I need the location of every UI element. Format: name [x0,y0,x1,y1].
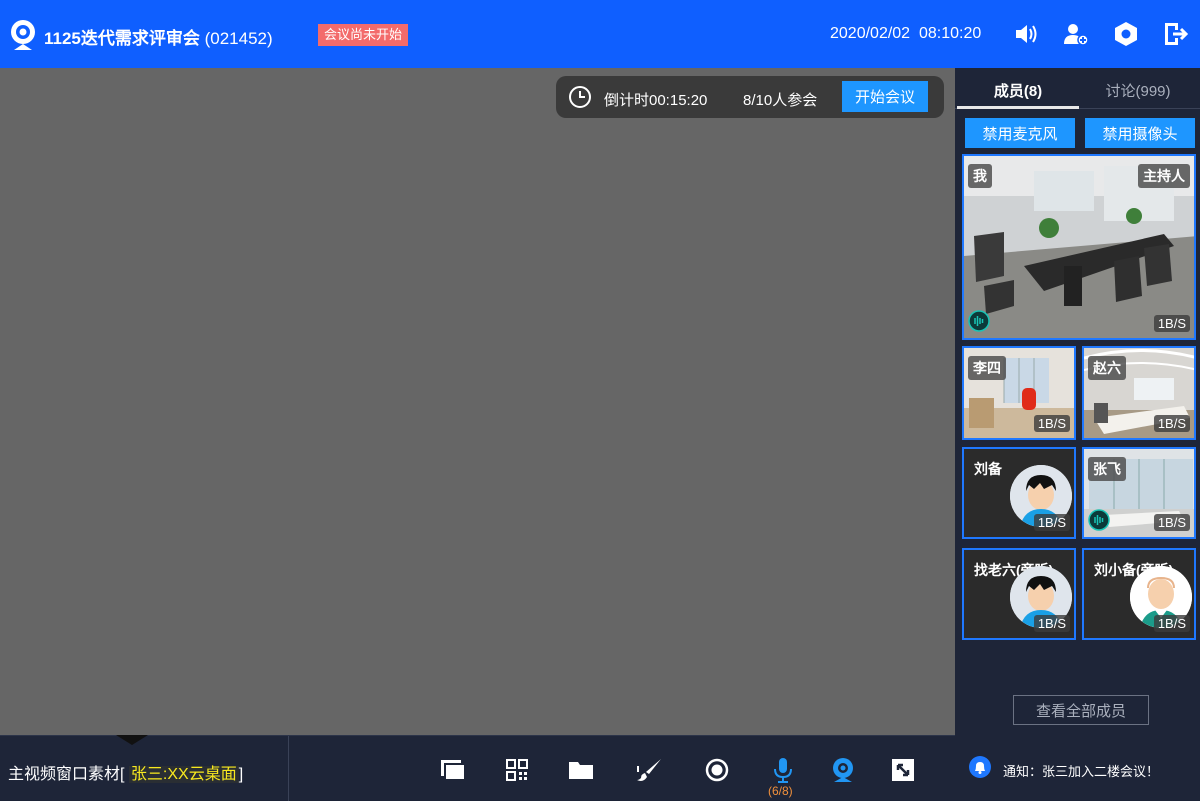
member-tile-zhangfei[interactable]: 张飞 1B/S [1082,447,1196,539]
webcam-logo-icon [11,20,35,50]
bitrate: 1B/S [1153,415,1190,432]
camera-icon[interactable] [829,756,857,784]
mic-count: (6/8) [768,784,793,798]
mute-all-mic-button[interactable]: 禁用麦克风 [965,118,1075,148]
member-name: 我 [968,164,992,188]
member-name: 张飞 [1088,457,1126,481]
member-tile-zhaolaoliu[interactable]: 找老六(旁听) 1B/S [962,548,1076,640]
screen-share-icon[interactable] [439,756,467,784]
main-video-area[interactable]: 倒计时00:15:20 8/10人参会 开始会议 [0,68,955,735]
start-meeting-button[interactable]: 开始会议 [842,81,928,112]
record-icon[interactable] [703,756,731,784]
current-date: 2020/02/02 [830,25,911,42]
source-prefix: 主视频窗口素材[ [8,766,129,783]
bitrate: 1B/S [1033,415,1070,432]
member-tile-zhaoliu[interactable]: 赵六 1B/S [1082,346,1196,440]
top-header: 1125迭代需求评审会 (021452) 会议尚未开始 2020/02/02 0… [0,0,1200,68]
source-pointer [116,735,148,745]
member-name: 赵六 [1088,356,1126,380]
member-tile-lisi[interactable]: 李四 1B/S [962,346,1076,440]
meeting-status-badge: 会议尚未开始 [318,24,409,46]
host-badge: 主持人 [1138,164,1190,188]
meeting-id: (021452) [199,29,273,48]
bitrate: 1B/S [1153,615,1190,632]
volume-icon[interactable] [1012,20,1040,48]
bitrate: 1B/S [1153,514,1190,531]
audio-level-icon [968,310,990,332]
member-tile-me[interactable]: 我 主持人 1B/S [962,154,1196,340]
folder-icon[interactable] [567,756,595,784]
bitrate: 1B/S [1033,514,1070,531]
bitrate: 1B/S [1153,315,1190,332]
meeting-title-text: 1125迭代需求评审会 [44,29,200,48]
bottom-toolbar: 主视频窗口素材[ 张三:XX云桌面] (6/8) [0,735,955,801]
active-tab-indicator [957,106,1079,109]
qr-code-icon[interactable] [503,756,531,784]
notification-text: 通知：张三加入二楼会议！ [1003,764,1160,779]
source-suffix: ] [238,766,244,783]
current-datetime: 2020/02/02 08:10:20 [830,25,981,43]
member-tile-liubei[interactable]: 刘备 1B/S [962,447,1076,539]
view-all-members-button[interactable]: 查看全部成员 [1013,695,1149,725]
audio-level-icon [1088,509,1110,531]
source-name: 张三:XX云桌面 [128,766,239,783]
countdown-timer: 倒计时00:15:20 [604,92,708,109]
attendance-count: 8/10人参会 [743,92,818,109]
microphone-icon[interactable] [769,756,797,784]
member-name: 李四 [968,356,1006,380]
countdown-bar: 倒计时00:15:20 8/10人参会 开始会议 [556,76,944,118]
whiteboard-icon[interactable] [635,756,663,784]
member-name: 刘备 [974,461,1002,477]
exit-icon[interactable] [1162,20,1190,48]
toolbar-divider [288,736,289,801]
disable-all-camera-button[interactable]: 禁用摄像头 [1085,118,1195,148]
add-user-icon[interactable] [1062,20,1090,48]
current-time: 08:10:20 [918,25,982,42]
settings-icon[interactable] [1112,20,1140,48]
tab-discussion[interactable]: 讨论(999) [1077,80,1199,101]
fullscreen-icon[interactable] [889,756,917,784]
member-tile-liuxiaobei[interactable]: 刘小备(旁听) 1B/S [1082,548,1196,640]
meeting-title: 1125迭代需求评审会 (021452) [44,24,273,49]
bell-icon [969,756,991,778]
bitrate: 1B/S [1033,615,1070,632]
tab-members[interactable]: 成员(8) [957,80,1079,101]
main-video-source: 主视频窗口素材[ 张三:XX云桌面] [8,760,243,784]
clock-icon [569,86,591,108]
member-panel: 成员(8) 讨论(999) 禁用麦克风 禁用摄像头 我 主持人 1B/S 李四 … [955,68,1200,800]
